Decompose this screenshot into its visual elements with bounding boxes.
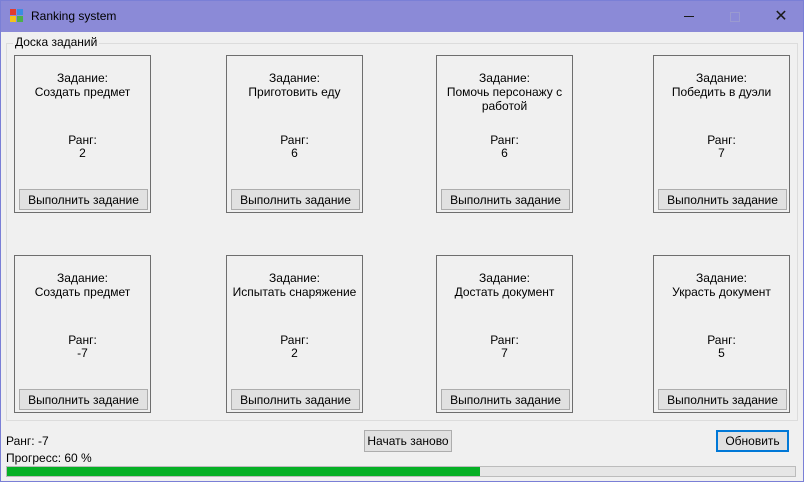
app-window: Ranking system ✕ Доска заданий Задание: С…	[0, 0, 804, 482]
task-label: Задание:	[57, 71, 108, 85]
task-label: Задание:	[269, 71, 320, 85]
task-label: Задание:	[479, 271, 530, 285]
task-name: Победить в дуэли	[671, 85, 772, 99]
task-card: Задание: Создать предмет Ранг: -7 Выполнить …	[14, 255, 151, 413]
rank-value: 2	[79, 146, 86, 160]
progress-bar-fill	[7, 467, 480, 476]
task-card: Задание: Испытать снаряжение Ранг: 2 Выполни…	[226, 255, 363, 413]
rank-label: Ранг:	[490, 133, 519, 147]
rank-label: Ранг:	[280, 133, 309, 147]
complete-task-button[interactable]: Выполнить задание	[441, 389, 570, 410]
task-name: Испытать снаряжение	[232, 285, 357, 299]
complete-task-button[interactable]: Выполнить задание	[19, 189, 148, 210]
task-card: Задание: Помочь персонажу с работой Ранг: 6…	[436, 55, 573, 213]
rank-value: 5	[718, 346, 725, 360]
task-card: Задание: Победить в дуэли Ранг: 7 Выполнить …	[653, 55, 790, 213]
task-label: Задание:	[696, 71, 747, 85]
maximize-icon	[730, 11, 740, 22]
progress-label: Прогресс: 60 %	[6, 451, 92, 465]
rank-value: 7	[501, 346, 508, 360]
rank-value: 7	[718, 146, 725, 160]
restart-button[interactable]: Начать заново	[364, 430, 452, 452]
complete-task-button[interactable]: Выполнить задание	[658, 189, 787, 210]
complete-task-button[interactable]: Выполнить задание	[441, 189, 570, 210]
task-card: Задание: Создать предмет Ранг: 2 Выполнить з…	[14, 55, 151, 213]
minimize-icon	[684, 16, 694, 17]
rank-value: 6	[291, 146, 298, 160]
rank-label: Ранг:	[68, 333, 97, 347]
app-icon	[10, 9, 24, 23]
task-label: Задание:	[696, 271, 747, 285]
task-label: Задание:	[479, 71, 530, 85]
task-card: Задание: Украсть документ Ранг: 5 Выполнить …	[653, 255, 790, 413]
title-bar[interactable]: Ranking system ✕	[1, 1, 803, 32]
complete-task-button[interactable]: Выполнить задание	[231, 189, 360, 210]
rank-value: 6	[501, 146, 508, 160]
current-rank-label: Ранг: -7	[6, 434, 49, 448]
rank-label: Ранг:	[280, 333, 309, 347]
rank-label: Ранг:	[68, 133, 97, 147]
close-button[interactable]: ✕	[758, 1, 804, 32]
progress-bar	[6, 466, 796, 477]
task-card: Задание: Приготовить еду Ранг: 6 Выполнить з…	[226, 55, 363, 213]
task-label: Задание:	[269, 271, 320, 285]
complete-task-button[interactable]: Выполнить задание	[231, 389, 360, 410]
rank-label: Ранг:	[707, 133, 736, 147]
task-name: Создать предмет	[34, 285, 131, 299]
minimize-button[interactable]	[666, 1, 712, 32]
rank-value: -7	[77, 346, 88, 360]
complete-task-button[interactable]: Выполнить задание	[19, 389, 148, 410]
task-label: Задание:	[57, 271, 108, 285]
window-title: Ranking system	[31, 9, 117, 23]
task-name: Достать документ	[454, 285, 555, 299]
rank-value: 2	[291, 346, 298, 360]
task-board-title: Доска заданий	[13, 35, 100, 49]
task-name: Приготовить еду	[248, 85, 341, 99]
task-name: Помочь персонажу с работой	[446, 85, 563, 113]
complete-task-button[interactable]: Выполнить задание	[658, 389, 787, 410]
task-name: Создать предмет	[34, 85, 131, 99]
refresh-button[interactable]: Обновить	[716, 430, 789, 452]
task-card: Задание: Достать документ Ранг: 7 Выполнить …	[436, 255, 573, 413]
rank-label: Ранг:	[490, 333, 519, 347]
task-name: Украсть документ	[672, 285, 771, 299]
maximize-button[interactable]	[712, 1, 758, 32]
close-icon: ✕	[774, 7, 788, 25]
rank-label: Ранг:	[707, 333, 736, 347]
